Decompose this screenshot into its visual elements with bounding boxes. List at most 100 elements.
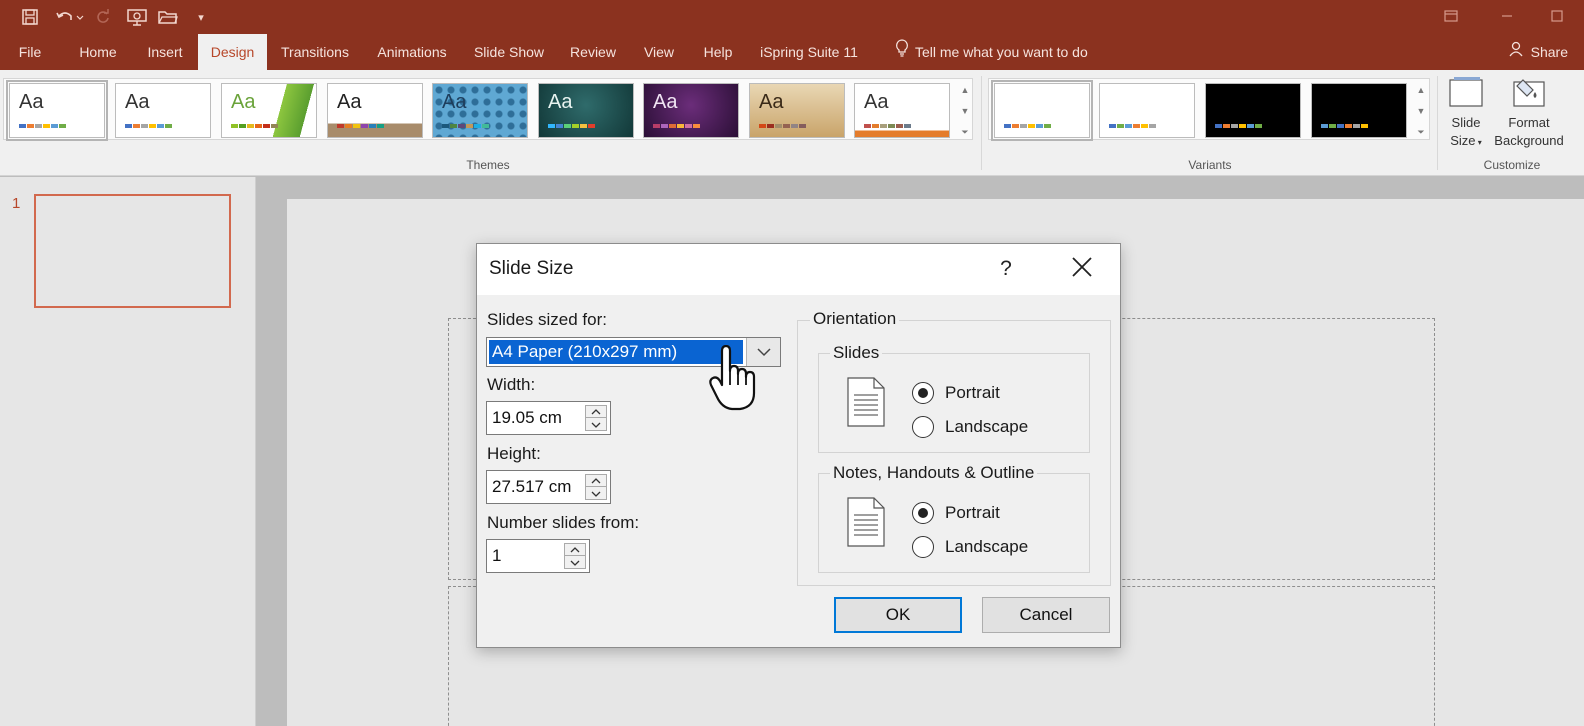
group-divider — [1437, 76, 1438, 170]
close-button[interactable] — [1065, 253, 1099, 285]
tab-transitions[interactable]: Transitions — [276, 34, 354, 70]
cancel-button[interactable]: Cancel — [982, 597, 1110, 633]
open-folder-icon[interactable] — [156, 5, 180, 29]
ribbon: Aa Aa Aa Aa Aa Aa Aa Aa Aa ▲ ▼ ⏷ Themes — [0, 70, 1584, 176]
tab-slide-show[interactable]: Slide Show — [470, 34, 548, 70]
theme-savon[interactable]: Aa — [854, 83, 950, 138]
theme-ion[interactable]: Aa — [432, 83, 528, 138]
theme-facet[interactable]: Aa — [221, 83, 317, 138]
minimize-icon[interactable] — [1494, 4, 1520, 28]
variants-group-label: Variants — [1188, 158, 1232, 172]
orientation-label: Orientation — [810, 309, 900, 329]
ok-button[interactable]: OK — [834, 597, 962, 633]
spin-up-icon[interactable] — [565, 544, 585, 556]
width-spinner[interactable]: 19.05 cm — [486, 401, 611, 435]
tab-insert[interactable]: Insert — [138, 34, 192, 70]
theme-sample-text: Aa — [864, 91, 889, 113]
theme-ion-boardroom[interactable]: Aa — [538, 83, 634, 138]
redo-icon[interactable] — [92, 5, 114, 29]
theme-sample-text: Aa — [653, 91, 678, 113]
notes-landscape-label[interactable]: Landscape — [945, 537, 1028, 557]
theme-sample-text: Aa — [548, 91, 573, 113]
height-spinner[interactable]: 27.517 cm — [486, 470, 611, 504]
tab-home[interactable]: Home — [70, 34, 126, 70]
variants-scroll-up-icon[interactable]: ▲ — [1414, 80, 1428, 100]
spin-down-icon[interactable] — [586, 488, 606, 500]
themes-group-label: Themes — [466, 158, 510, 172]
theme-wood-type[interactable]: Aa — [749, 83, 845, 138]
width-value: 19.05 cm — [492, 408, 562, 427]
slide-size-label-2: Size — [1450, 133, 1476, 148]
theme-organic[interactable]: Aa — [643, 83, 739, 138]
close-icon — [1071, 256, 1093, 283]
spin-down-icon[interactable] — [565, 557, 585, 569]
theme-office-2[interactable]: Aa — [115, 83, 211, 138]
group-divider — [981, 76, 982, 170]
dialog-title: Slide Size — [489, 258, 574, 279]
present-icon[interactable] — [124, 5, 150, 29]
width-spin-buttons — [585, 405, 607, 431]
theme-sample-text: Aa — [231, 91, 256, 113]
notes-landscape-radio[interactable] — [912, 536, 934, 558]
height-label: Height: — [487, 444, 541, 463]
slides-landscape-radio[interactable] — [912, 416, 934, 438]
ribbon-display-icon[interactable] — [1438, 4, 1464, 28]
slide-thumbnail[interactable] — [34, 194, 231, 308]
slides-landscape-label[interactable]: Landscape — [945, 417, 1028, 437]
customize-toolbar-icon[interactable]: ▾ — [193, 5, 209, 29]
tab-review[interactable]: Review — [566, 34, 620, 70]
format-background-button[interactable]: Format Background — [1492, 76, 1566, 150]
variants-more-icon[interactable]: ⏷ — [1414, 122, 1428, 142]
slide-thumbnails-pane: 1 — [0, 177, 256, 726]
number-from-label: Number slides from: — [487, 513, 640, 532]
height-value: 27.517 cm — [492, 477, 572, 496]
slide-size-button[interactable]: Slide Size ▾ — [1444, 76, 1488, 152]
theme-office[interactable]: Aa — [6, 80, 108, 141]
format-bg-label-2: Background — [1494, 133, 1564, 148]
save-icon[interactable] — [18, 5, 42, 29]
page-icon — [847, 497, 885, 547]
variant-2[interactable] — [1099, 83, 1195, 138]
variant-4[interactable] — [1311, 83, 1407, 138]
slide-number: 1 — [12, 195, 21, 212]
notes-portrait-radio[interactable] — [912, 502, 934, 524]
spin-down-icon[interactable] — [586, 419, 606, 431]
variant-3[interactable] — [1205, 83, 1301, 138]
width-label: Width: — [487, 375, 536, 394]
sized-for-value: A4 Paper (210x297 mm) — [489, 340, 743, 364]
notes-portrait-label[interactable]: Portrait — [945, 503, 1000, 523]
theme-sample-text: Aa — [19, 91, 44, 113]
spin-up-icon[interactable] — [586, 475, 606, 487]
themes-more-icon[interactable]: ⏷ — [958, 122, 972, 142]
sized-for-label: Slides sized for: — [487, 310, 607, 329]
height-spin-buttons — [585, 474, 607, 500]
help-button[interactable]: ? — [991, 254, 1021, 284]
variant-1[interactable] — [991, 80, 1093, 141]
tell-me-box[interactable]: Tell me what you want to do — [895, 34, 1088, 70]
theme-integral[interactable]: Aa — [327, 83, 423, 138]
slide-size-label-1: Slide — [1451, 115, 1481, 130]
number-spin-buttons — [564, 543, 586, 569]
number-from-spinner[interactable]: 1 — [486, 539, 590, 573]
tab-animations[interactable]: Animations — [370, 34, 454, 70]
maximize-icon[interactable] — [1544, 4, 1570, 28]
tab-help[interactable]: Help — [698, 34, 738, 70]
ribbon-tabs: File Home Insert Design Transitions Anim… — [0, 34, 1584, 70]
slides-group-label: Slides — [830, 343, 883, 363]
undo-icon[interactable] — [52, 5, 88, 29]
share-button[interactable]: Share — [1509, 34, 1568, 70]
person-icon — [1509, 34, 1525, 70]
variants-scroll-down-icon[interactable]: ▼ — [1414, 101, 1428, 121]
dialog-title-bar: Slide Size ? — [477, 244, 1120, 295]
themes-scroll-up-icon[interactable]: ▲ — [958, 80, 972, 100]
spin-up-icon[interactable] — [586, 406, 606, 418]
themes-scroll-down-icon[interactable]: ▼ — [958, 101, 972, 121]
customize-group-label: Customize — [1483, 158, 1541, 172]
tab-ispring[interactable]: iSpring Suite 11 — [756, 34, 862, 70]
tab-file[interactable]: File — [8, 34, 52, 70]
tab-view[interactable]: View — [638, 34, 680, 70]
tab-design[interactable]: Design — [198, 34, 267, 70]
slides-portrait-label[interactable]: Portrait — [945, 383, 1000, 403]
number-from-value: 1 — [492, 546, 502, 565]
slides-portrait-radio[interactable] — [912, 382, 934, 404]
